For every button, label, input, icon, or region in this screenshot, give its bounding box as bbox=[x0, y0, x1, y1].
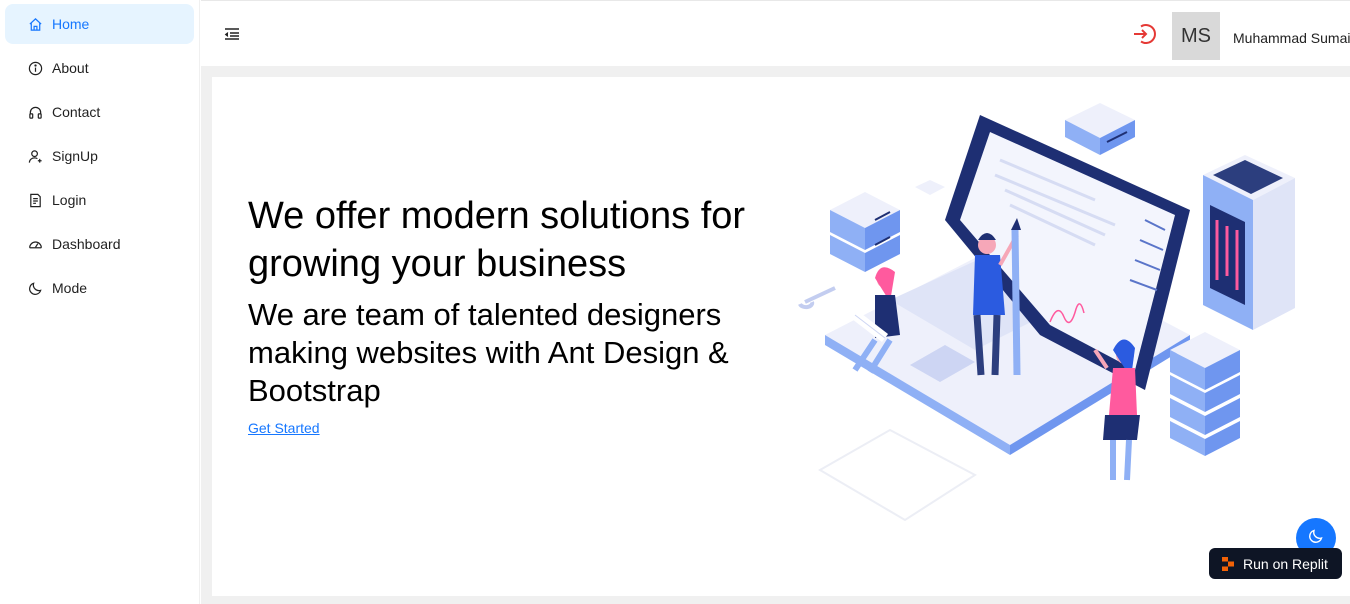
app-root: Home About Contact SignUp Login Dashboar… bbox=[0, 0, 1350, 604]
sidebar-item-label: Dashboard bbox=[52, 236, 121, 252]
sidebar-item-label: Login bbox=[52, 192, 87, 208]
sidebar-item-login[interactable]: Login bbox=[5, 180, 194, 220]
sidebar-item-home[interactable]: Home bbox=[5, 4, 194, 44]
avatar-initials: MS bbox=[1181, 24, 1211, 47]
user-name[interactable]: Muhammad Sumai bbox=[1233, 30, 1350, 46]
get-started-link[interactable]: Get Started bbox=[248, 420, 320, 436]
avatar[interactable]: MS bbox=[1172, 12, 1220, 60]
replit-label: Run on Replit bbox=[1243, 555, 1328, 572]
sidebar-item-label: SignUp bbox=[52, 148, 98, 164]
replit-logo-icon bbox=[1222, 556, 1234, 571]
moon-icon bbox=[1308, 528, 1324, 549]
hero-illustration bbox=[798, 103, 1295, 522]
sidebar-item-contact[interactable]: Contact bbox=[5, 92, 194, 132]
sidebar-item-label: About bbox=[52, 60, 89, 76]
file-text-icon bbox=[27, 192, 43, 208]
user-add-icon bbox=[27, 148, 43, 164]
sidebar-item-label: Contact bbox=[52, 104, 101, 120]
sidebar-item-label: Mode bbox=[52, 280, 88, 296]
hero-subtitle: We are team of talented designers making… bbox=[248, 297, 729, 408]
run-on-replit-button[interactable]: Run on Replit bbox=[1209, 548, 1342, 579]
sidebar-item-label: Home bbox=[52, 16, 90, 32]
info-icon bbox=[27, 60, 43, 76]
home-icon bbox=[27, 16, 43, 32]
top-header: MS Muhammad Sumai bbox=[201, 0, 1350, 66]
moon-icon bbox=[27, 280, 43, 296]
sidebar-item-dashboard[interactable]: Dashboard bbox=[5, 224, 194, 264]
sidebar-item-signup[interactable]: SignUp bbox=[5, 136, 194, 176]
sidebar-item-mode[interactable]: Mode bbox=[5, 268, 194, 308]
sidebar-item-about[interactable]: About bbox=[5, 48, 194, 88]
sidebar: Home About Contact SignUp Login Dashboar… bbox=[0, 0, 200, 604]
hero-title: We offer modern solutions for growing yo… bbox=[248, 195, 746, 285]
logout-icon[interactable] bbox=[1131, 20, 1159, 48]
headphones-icon bbox=[27, 104, 43, 120]
menu-fold-icon[interactable] bbox=[223, 25, 241, 43]
dashboard-icon bbox=[27, 236, 43, 252]
